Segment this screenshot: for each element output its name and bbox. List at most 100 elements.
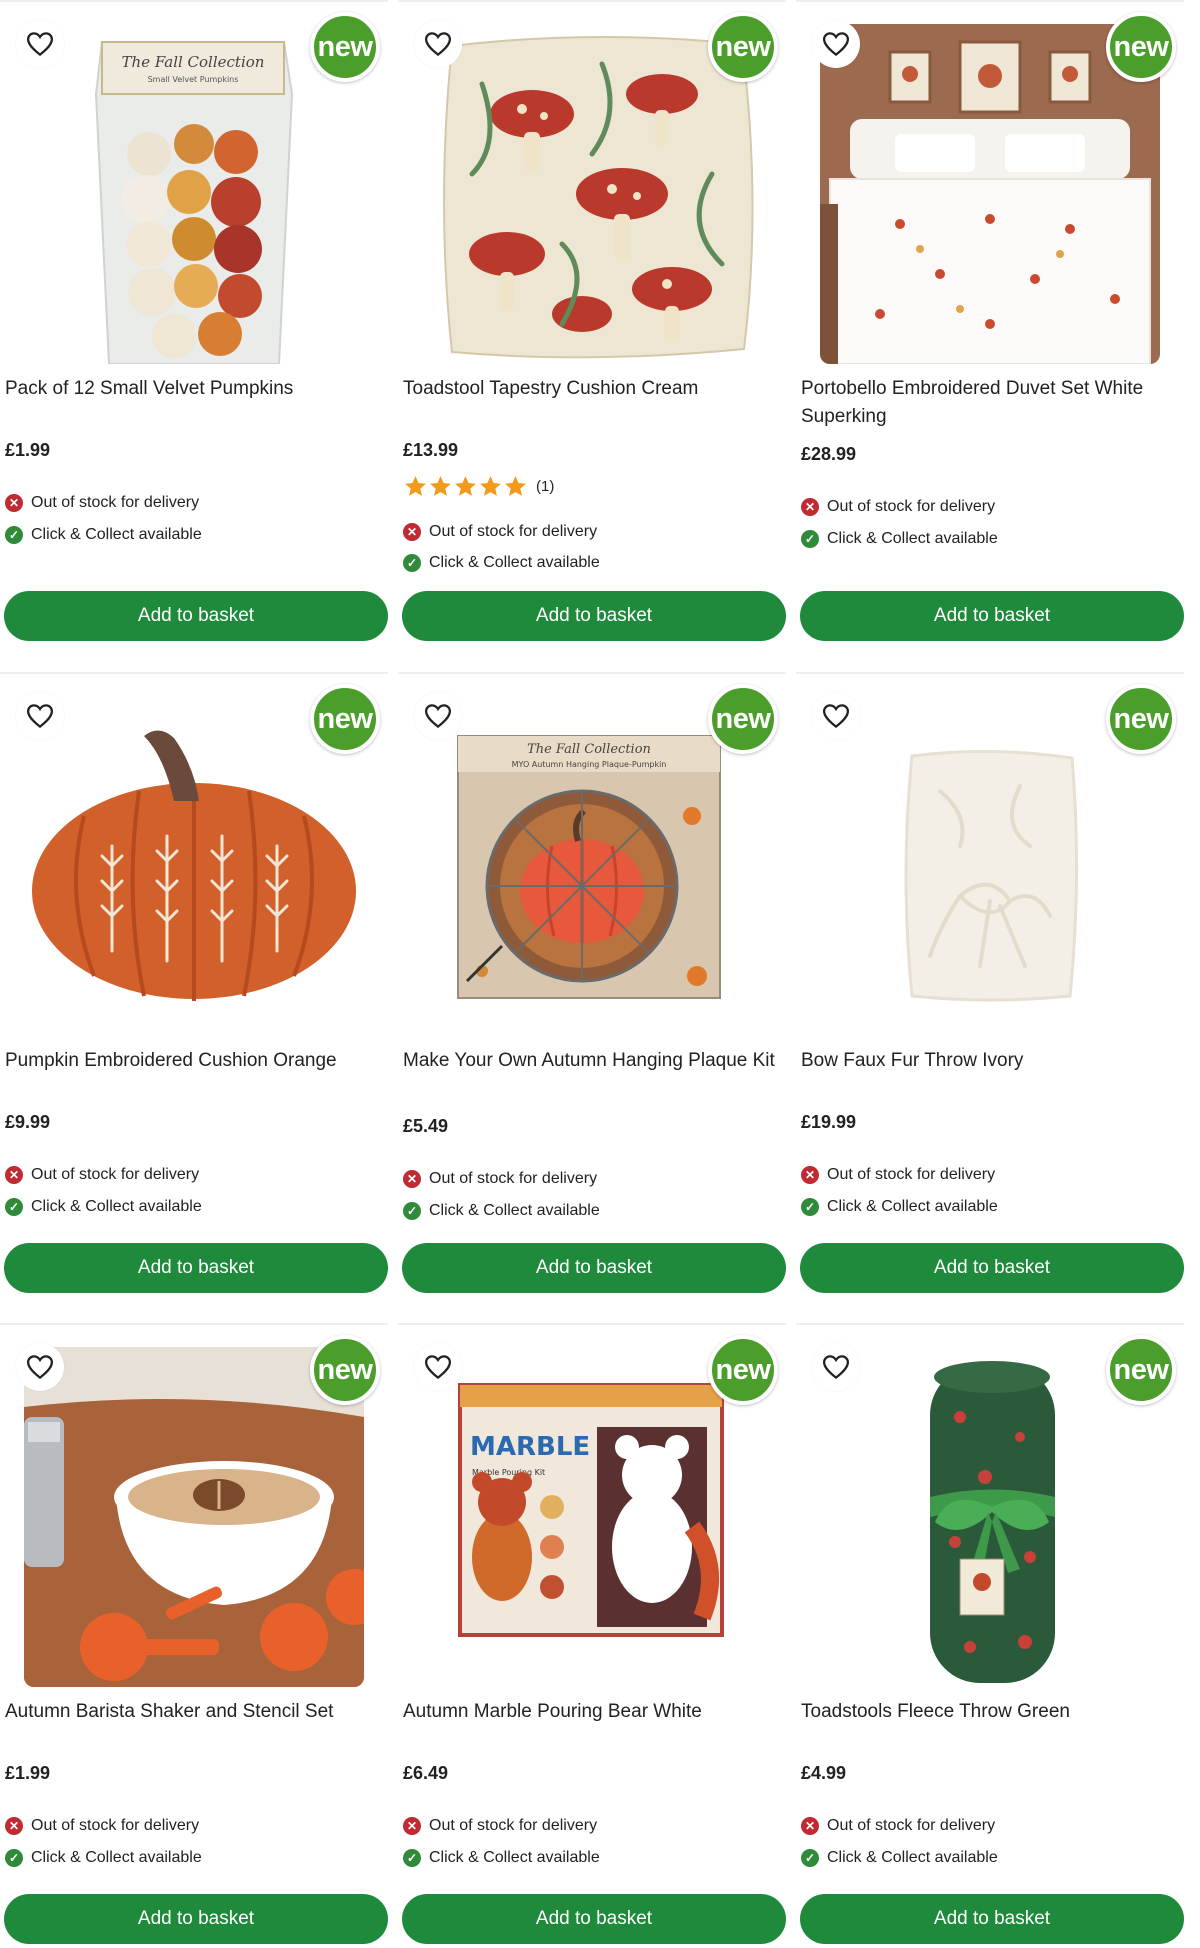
product-price: £4.99 bbox=[801, 1763, 847, 1783]
delivery-status-text: Out of stock for delivery bbox=[429, 523, 598, 540]
heart-outline-icon bbox=[424, 1355, 452, 1380]
cross-circle-icon: ✕ bbox=[801, 1817, 819, 1835]
collect-status: ✓ Click & Collect available bbox=[5, 526, 202, 544]
check-circle-icon: ✓ bbox=[801, 1849, 819, 1867]
delivery-status: ✕ Out of stock for delivery bbox=[403, 1817, 597, 1835]
cross-circle-icon: ✕ bbox=[5, 1166, 23, 1184]
collect-status-text: Click & Collect available bbox=[827, 530, 998, 547]
product-title[interactable]: Bow Faux Fur Throw Ivory bbox=[801, 1047, 1181, 1075]
add-to-basket-button[interactable]: Add to basket bbox=[800, 591, 1184, 641]
delivery-status-text: Out of stock for delivery bbox=[31, 1166, 200, 1183]
add-to-basket-button[interactable]: Add to basket bbox=[4, 1894, 388, 1944]
add-to-basket-button[interactable]: Add to basket bbox=[4, 1243, 388, 1293]
product-title[interactable]: Toadstools Fleece Throw Green bbox=[801, 1698, 1181, 1726]
product-image[interactable] bbox=[820, 24, 1160, 364]
product-title[interactable]: Toadstool Tapestry Cushion Cream bbox=[403, 375, 783, 403]
collect-status-text: Click & Collect available bbox=[429, 1202, 600, 1219]
product-image[interactable]: The Fall Collection Small Velvet Pumpkin… bbox=[24, 24, 364, 364]
package-label: The Fall Collection bbox=[527, 742, 651, 757]
add-to-basket-button[interactable]: Add to basket bbox=[402, 1243, 786, 1293]
product-price: £6.49 bbox=[403, 1763, 449, 1783]
new-badge: new bbox=[1106, 12, 1176, 82]
heart-outline-icon bbox=[26, 704, 54, 729]
product-card[interactable]: new Toadstools Fleece Throw Green £4.99 … bbox=[796, 1323, 1184, 1948]
product-card[interactable]: new Portobello Embroidered Duvet Set Whi… bbox=[796, 0, 1184, 666]
product-price: £19.99 bbox=[801, 1112, 857, 1132]
product-card[interactable]: new Bow Faux Fur Throw Ivory £19.99 ✕ Ou… bbox=[796, 672, 1184, 1338]
check-circle-icon: ✓ bbox=[5, 1198, 23, 1216]
card-divider bbox=[398, 672, 786, 674]
product-image[interactable] bbox=[24, 1347, 364, 1687]
delivery-status: ✕ Out of stock for delivery bbox=[801, 1817, 995, 1835]
package-label: The Fall Collection bbox=[122, 53, 265, 71]
cross-circle-icon: ✕ bbox=[403, 1170, 421, 1188]
heart-outline-icon bbox=[26, 32, 54, 57]
add-to-basket-button[interactable]: Add to basket bbox=[800, 1894, 1184, 1944]
product-card[interactable]: The Fall Collection MYO Autumn Hanging P… bbox=[398, 672, 786, 1338]
product-card[interactable]: new Toadstool Tapestry Cushion Cream £13… bbox=[398, 0, 786, 666]
delivery-status: ✕ Out of stock for delivery bbox=[5, 494, 199, 512]
wishlist-button[interactable] bbox=[812, 692, 860, 740]
wishlist-button[interactable] bbox=[414, 692, 462, 740]
product-card[interactable]: new Pumpkin Embroidered Cushion Orange £… bbox=[0, 672, 388, 1338]
wishlist-button[interactable] bbox=[812, 20, 860, 68]
product-image[interactable] bbox=[422, 24, 762, 364]
delivery-status: ✕ Out of stock for delivery bbox=[403, 1170, 597, 1188]
product-image[interactable]: MARBLE BEAR Marble Pouring Kit bbox=[422, 1347, 762, 1687]
add-to-basket-button[interactable]: Add to basket bbox=[402, 591, 786, 641]
product-image[interactable] bbox=[820, 696, 1160, 1036]
new-badge: new bbox=[310, 12, 380, 82]
new-badge: new bbox=[310, 1335, 380, 1405]
product-image[interactable] bbox=[820, 1347, 1160, 1687]
star-icon bbox=[405, 476, 426, 496]
delivery-status: ✕ Out of stock for delivery bbox=[5, 1166, 199, 1184]
product-image[interactable]: The Fall Collection MYO Autumn Hanging P… bbox=[422, 696, 762, 1036]
wishlist-button[interactable] bbox=[812, 1343, 860, 1391]
heart-outline-icon bbox=[424, 704, 452, 729]
product-price: £28.99 bbox=[801, 444, 857, 464]
wishlist-button[interactable] bbox=[414, 1343, 462, 1391]
add-to-basket-button[interactable]: Add to basket bbox=[4, 591, 388, 641]
product-card[interactable]: MARBLE BEAR Marble Pouring Kit new Autum… bbox=[398, 1323, 786, 1948]
rating-stars[interactable]: (1) bbox=[403, 474, 554, 499]
card-divider bbox=[796, 0, 1184, 2]
delivery-status-text: Out of stock for delivery bbox=[827, 498, 996, 515]
collect-status-text: Click & Collect available bbox=[31, 526, 202, 543]
product-title[interactable]: Make Your Own Autumn Hanging Plaque Kit bbox=[403, 1047, 783, 1075]
heart-outline-icon bbox=[26, 1355, 54, 1380]
product-title[interactable]: Pumpkin Embroidered Cushion Orange bbox=[5, 1047, 385, 1075]
delivery-status-text: Out of stock for delivery bbox=[429, 1170, 598, 1187]
check-circle-icon: ✓ bbox=[5, 1849, 23, 1867]
product-title[interactable]: Pack of 12 Small Velvet Pumpkins bbox=[5, 375, 385, 403]
delivery-status-text: Out of stock for delivery bbox=[827, 1166, 996, 1183]
check-circle-icon: ✓ bbox=[403, 1849, 421, 1867]
product-title[interactable]: Autumn Marble Pouring Bear White bbox=[403, 1698, 783, 1726]
check-circle-icon: ✓ bbox=[801, 1198, 819, 1216]
add-to-basket-button[interactable]: Add to basket bbox=[402, 1894, 786, 1944]
wishlist-button[interactable] bbox=[16, 692, 64, 740]
product-title[interactable]: Portobello Embroidered Duvet Set White S… bbox=[801, 375, 1181, 431]
product-card[interactable]: new Autumn Barista Shaker and Stencil Se… bbox=[0, 1323, 388, 1948]
collect-status: ✓ Click & Collect available bbox=[403, 554, 600, 572]
add-to-basket-button[interactable]: Add to basket bbox=[800, 1243, 1184, 1293]
delivery-status-text: Out of stock for delivery bbox=[827, 1817, 996, 1834]
collect-status: ✓ Click & Collect available bbox=[5, 1849, 202, 1867]
card-divider bbox=[398, 0, 786, 2]
card-divider bbox=[398, 1323, 786, 1325]
product-card[interactable]: The Fall Collection Small Velvet Pumpkin… bbox=[0, 0, 388, 666]
wishlist-button[interactable] bbox=[16, 1343, 64, 1391]
package-sublabel: Small Velvet Pumpkins bbox=[148, 75, 239, 84]
collect-status: ✓ Click & Collect available bbox=[801, 530, 998, 548]
wishlist-button[interactable] bbox=[414, 20, 462, 68]
cross-circle-icon: ✕ bbox=[5, 1817, 23, 1835]
collect-status: ✓ Click & Collect available bbox=[403, 1202, 600, 1220]
collect-status-text: Click & Collect available bbox=[429, 554, 600, 571]
rating-count: (1) bbox=[536, 478, 555, 495]
check-circle-icon: ✓ bbox=[403, 554, 421, 572]
wishlist-button[interactable] bbox=[16, 20, 64, 68]
product-title[interactable]: Autumn Barista Shaker and Stencil Set bbox=[5, 1698, 385, 1726]
new-badge: new bbox=[1106, 1335, 1176, 1405]
product-image[interactable] bbox=[24, 696, 364, 1036]
heart-outline-icon bbox=[822, 1355, 850, 1380]
star-icon bbox=[430, 476, 451, 496]
